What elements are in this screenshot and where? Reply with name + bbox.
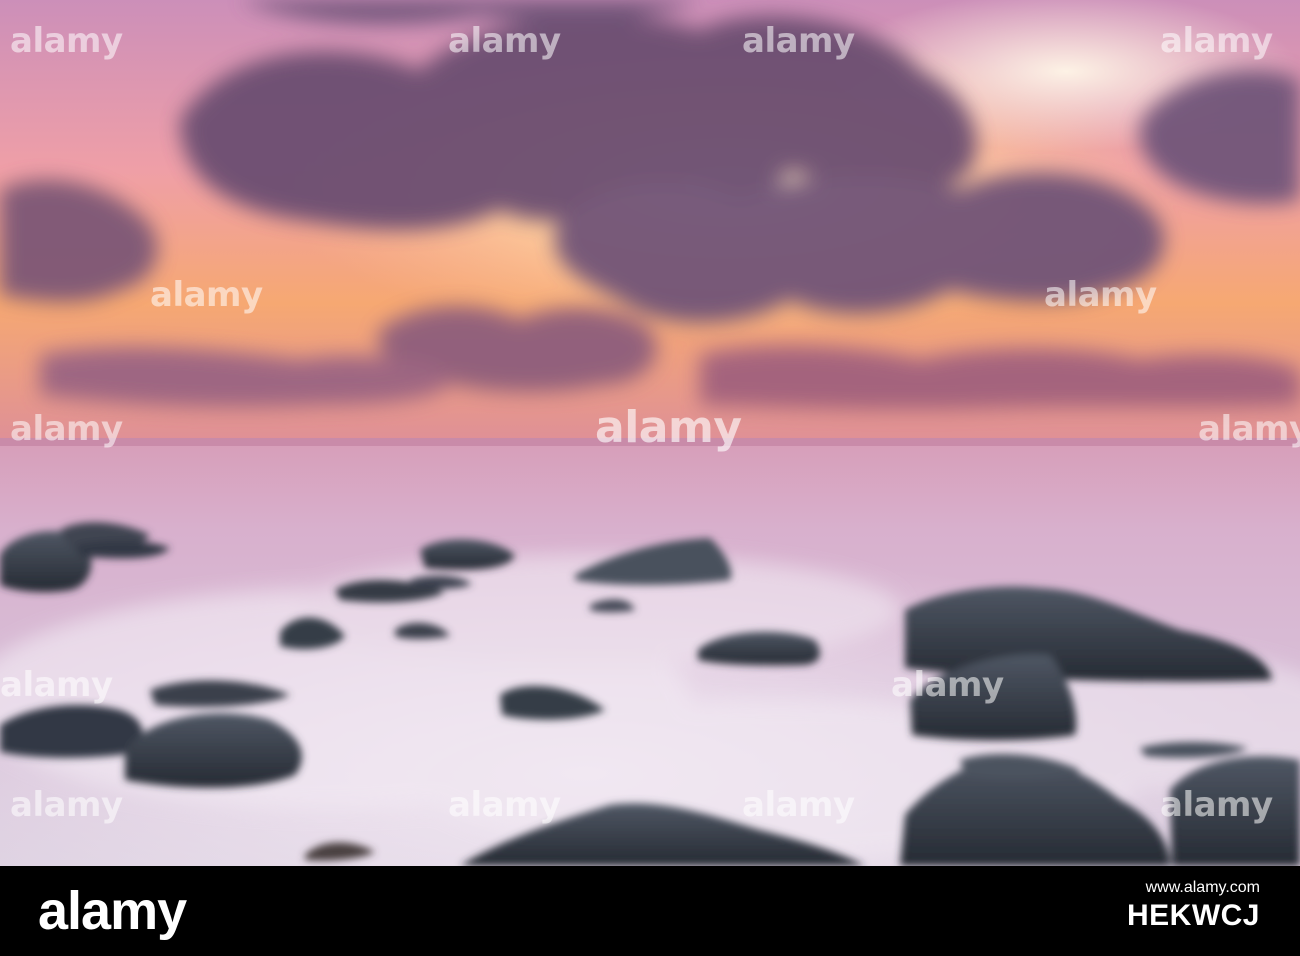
watermark-top-center-right: alamy	[742, 21, 855, 61]
watermark-top-right: alamy	[1160, 21, 1273, 61]
watermark-top-center-left: alamy	[448, 21, 561, 61]
footer-info: www.alamy.com HEKWCJ	[1127, 878, 1260, 934]
watermark-mid-left: alamy	[150, 275, 263, 315]
alamy-logo: alamy	[38, 881, 187, 941]
watermark-mid-right: alamy	[1044, 275, 1157, 315]
watermark-bottom-center-left: alamy	[448, 785, 561, 825]
watermark-horizon-right: alamy	[1198, 409, 1300, 449]
watermark-horizon-left: alamy	[10, 409, 123, 449]
watermark-bottom-right: alamy	[1160, 785, 1273, 825]
image-id-label: HEKWCJ	[1126, 899, 1260, 932]
watermark-bottom-center-right: alamy	[742, 785, 855, 825]
stock-photo-frame: alamy alamy alamy alamy alamy alamy alam…	[0, 0, 1300, 956]
stock-footer-bar: alamy www.alamy.com HEKWCJ	[0, 866, 1300, 956]
watermark-lower-right: alamy	[891, 665, 1004, 705]
watermark-center: alamy	[595, 402, 742, 453]
watermark-lower-left: alamy	[0, 665, 113, 705]
watermark-bottom-left: alamy	[10, 785, 123, 825]
footer-caption: www.alamy.com	[1145, 879, 1260, 896]
watermark-top-left: alamy	[10, 21, 123, 61]
